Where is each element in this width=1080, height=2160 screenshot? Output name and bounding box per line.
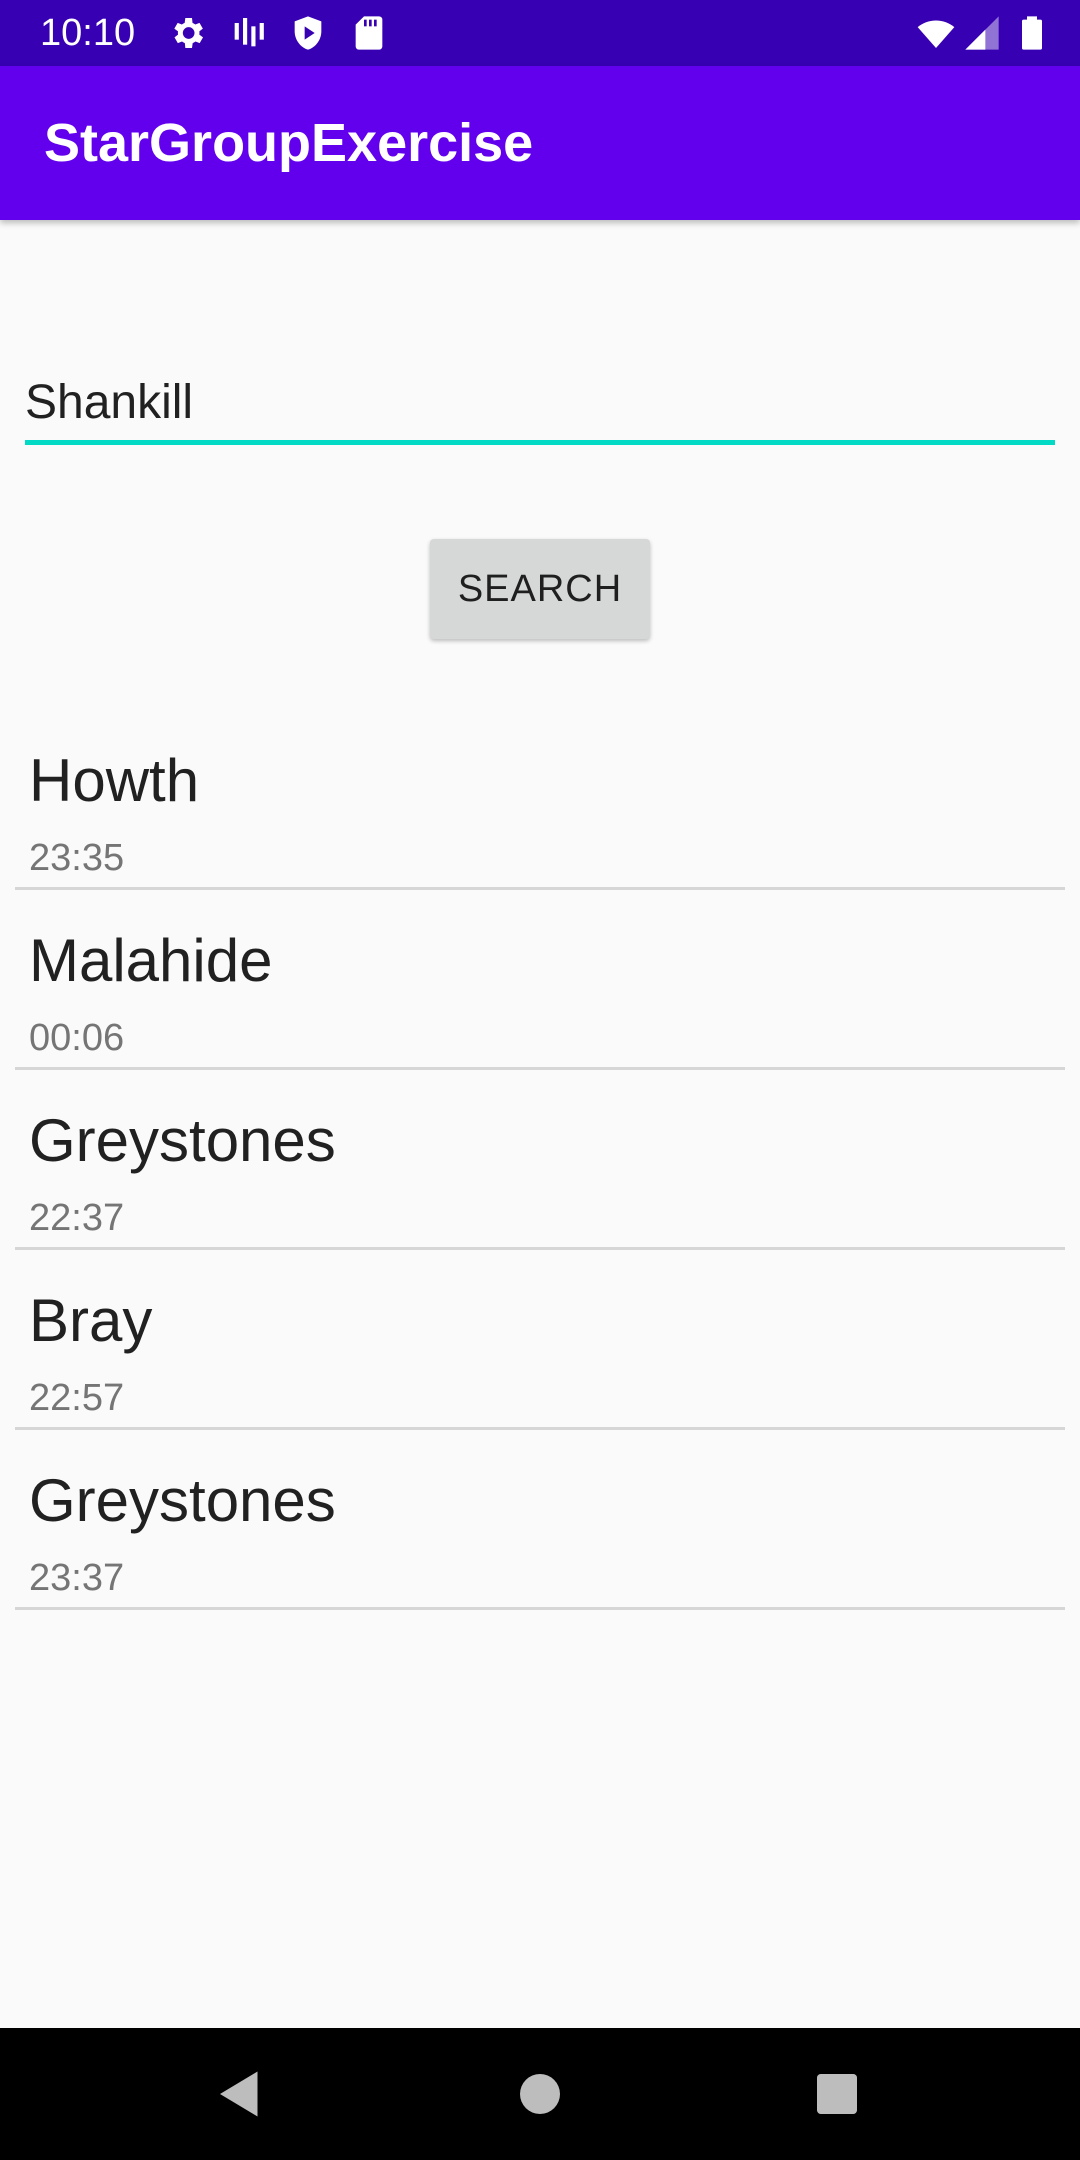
results-list: Howth 23:35 Malahide 00:06 Greystones 22… <box>15 710 1065 1610</box>
settings-icon <box>167 13 207 53</box>
back-icon[interactable] <box>210 2064 270 2124</box>
list-item-title: Malahide <box>29 927 273 994</box>
search-button[interactable]: SEARCH <box>430 539 650 639</box>
app-title: StarGroupExercise <box>44 113 534 173</box>
battery-icon <box>1012 13 1052 53</box>
search-input[interactable] <box>25 372 1055 432</box>
list-item-time: 22:57 <box>29 1377 125 1419</box>
list-item[interactable]: Malahide 00:06 <box>15 890 1065 1070</box>
recents-icon[interactable] <box>807 2064 867 2124</box>
list-item[interactable]: Greystones 22:37 <box>15 1070 1065 1250</box>
search-field[interactable] <box>25 362 1055 445</box>
list-item-title: Bray <box>29 1287 153 1354</box>
list-item-title: Howth <box>29 747 200 814</box>
shield-play-icon <box>288 13 328 53</box>
list-item-title: Greystones <box>29 1467 336 1534</box>
list-item-time: 00:06 <box>29 1017 125 1059</box>
navigation-bar <box>0 2028 1080 2160</box>
cellular-signal-icon <box>962 13 1002 53</box>
status-time: 10:10 <box>40 12 136 54</box>
app-bar: StarGroupExercise <box>0 66 1080 220</box>
list-item[interactable]: Greystones 23:37 <box>15 1430 1065 1610</box>
list-item-time: 22:37 <box>29 1197 125 1239</box>
list-item-time: 23:37 <box>29 1557 125 1599</box>
home-icon[interactable] <box>510 2064 570 2124</box>
status-bar: 10:10 <box>0 0 1080 66</box>
list-item-time: 23:35 <box>29 837 125 879</box>
list-item-title: Greystones <box>29 1107 336 1174</box>
list-item[interactable]: Bray 22:57 <box>15 1250 1065 1430</box>
sd-card-icon <box>349 13 389 53</box>
list-item[interactable]: Howth 23:35 <box>15 710 1065 890</box>
search-input-underline <box>25 440 1055 445</box>
divider <box>15 1607 1065 1610</box>
signal-strength-icon <box>228 13 268 53</box>
wifi-icon <box>914 13 958 53</box>
